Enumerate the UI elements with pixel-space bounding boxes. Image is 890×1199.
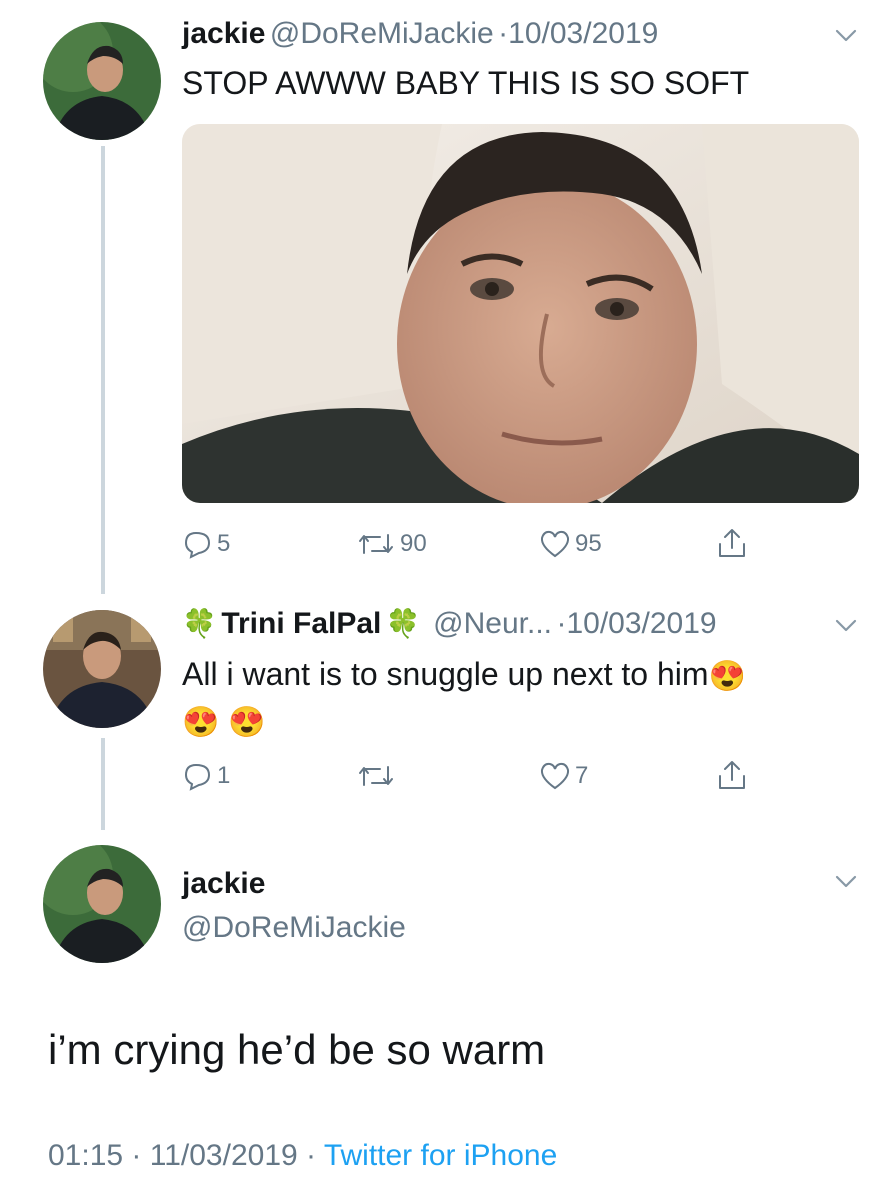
share-button[interactable]	[716, 758, 748, 792]
chevron-down-icon[interactable]	[833, 868, 859, 894]
retweet-icon	[359, 534, 393, 554]
separator: ·	[498, 17, 509, 50]
separator: ·	[131, 1139, 142, 1172]
like-button[interactable]: 7	[539, 761, 588, 791]
retweet-button[interactable]: 90	[356, 529, 427, 559]
clover-icon: 🍀	[182, 608, 217, 639]
separator: ·	[556, 607, 567, 640]
thread-line	[101, 738, 105, 830]
chevron-down-icon[interactable]	[833, 612, 859, 638]
reply-button[interactable]: 1	[183, 761, 230, 791]
share-icon	[719, 761, 745, 789]
chevron-down-icon[interactable]	[833, 22, 859, 48]
heart-eyes-emoji: 😍	[228, 706, 266, 740]
tweet-text: All i want is to snuggle up next to him😍…	[182, 652, 842, 745]
author-handle[interactable]: @DoReMiJackie	[182, 910, 406, 946]
tweet-photo[interactable]	[182, 124, 859, 503]
separator: ·	[306, 1139, 317, 1172]
avatar[interactable]	[43, 22, 161, 140]
like-count: 95	[575, 530, 602, 557]
avatar[interactable]	[43, 610, 161, 728]
reply-button[interactable]: 5	[183, 529, 230, 559]
tweet-date[interactable]: 11/03/2019	[150, 1139, 298, 1172]
tweet-time[interactable]: 01:15	[48, 1139, 123, 1172]
heart-eyes-emoji: 😍	[708, 659, 746, 693]
tweet-date[interactable]: 10/03/2019	[566, 607, 716, 640]
heart-icon	[540, 762, 570, 790]
retweet-count: 90	[400, 530, 427, 557]
author-handle[interactable]: @Neur...	[433, 607, 552, 640]
author-handle[interactable]: @DoReMiJackie	[270, 17, 494, 50]
author-name[interactable]: jackie	[182, 866, 265, 902]
share-button[interactable]	[716, 526, 748, 560]
like-count: 7	[575, 762, 589, 789]
heart-eyes-emoji: 😍	[182, 706, 220, 740]
reply-count: 5	[217, 530, 231, 557]
tweet-text: i’m crying he’d be so warm	[48, 1026, 546, 1073]
heart-icon	[540, 530, 570, 558]
tweet-timestamp: 01:15 · 11/03/2019 · Twitter for iPhone	[48, 1138, 557, 1174]
tweet-date[interactable]: 10/03/2019	[508, 17, 658, 50]
reply-count: 1	[217, 762, 231, 789]
client-link[interactable]: Twitter for iPhone	[324, 1139, 557, 1172]
thread-line	[101, 146, 105, 594]
retweet-button[interactable]	[356, 761, 396, 791]
author-name[interactable]: Trini FalPal	[221, 607, 381, 640]
reply-icon	[184, 531, 211, 559]
share-icon	[719, 529, 745, 557]
like-button[interactable]: 95	[539, 529, 602, 559]
clover-icon: 🍀	[385, 608, 421, 639]
retweet-icon	[359, 766, 393, 786]
tweet-text-body: All i want is to snuggle up next to him	[182, 656, 709, 692]
reply-icon	[184, 763, 211, 791]
avatar[interactable]	[43, 845, 161, 963]
tweet-text: STOP AWWW BABY THIS IS SO SOFT	[182, 65, 750, 101]
tweet-header: 🍀 Trini FalPal 🍀 @Neur... ·10/03/2019	[182, 606, 717, 647]
tweet-header: jackie @DoReMiJackie ·10/03/2019	[182, 16, 658, 57]
author-name[interactable]: jackie	[182, 17, 265, 50]
